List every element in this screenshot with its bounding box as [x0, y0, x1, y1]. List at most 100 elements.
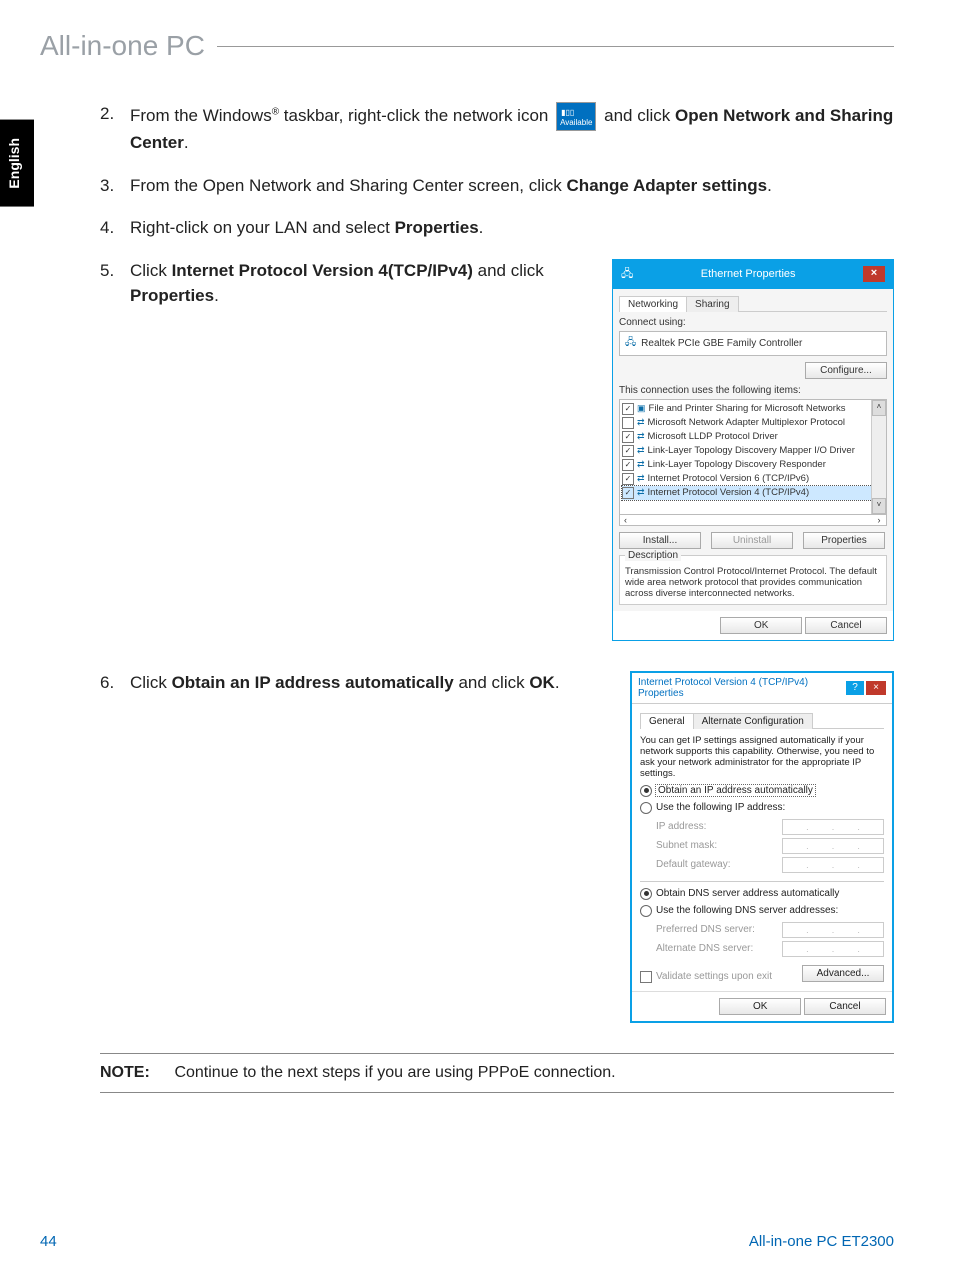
- radio-label: Obtain DNS server address automatically: [656, 888, 839, 899]
- install-button[interactable]: Install...: [619, 532, 701, 549]
- cancel-button[interactable]: Cancel: [805, 617, 887, 634]
- scroll-up-icon[interactable]: ˄: [872, 400, 886, 416]
- component-icon: ⇄: [637, 487, 645, 498]
- close-icon[interactable]: ×: [863, 266, 885, 282]
- dialog-body: General Alternate Configuration You can …: [632, 704, 892, 991]
- radio-icon[interactable]: [640, 802, 652, 814]
- ok-button[interactable]: OK: [719, 998, 801, 1015]
- component-icon: ⇄: [637, 417, 645, 428]
- radio-use-ip[interactable]: Use the following IP address:: [640, 802, 884, 814]
- radio-icon[interactable]: [640, 888, 652, 900]
- bold-term: Properties: [395, 218, 479, 237]
- ipv4-properties-dialog: Internet Protocol Version 4 (TCP/IPv4) P…: [630, 671, 894, 1023]
- properties-button[interactable]: Properties: [803, 532, 885, 549]
- radio-icon[interactable]: [640, 785, 652, 797]
- text-fragment: taskbar, right-click the network icon: [279, 106, 553, 125]
- dialog-titlebar: Internet Protocol Version 4 (TCP/IPv4) P…: [632, 673, 892, 704]
- checkbox-icon[interactable]: ✓: [622, 487, 634, 499]
- ethernet-properties-dialog: 🖧 Ethernet Properties × Networking Shari…: [612, 259, 894, 641]
- button-row: Install... Uninstall Properties: [619, 532, 887, 549]
- text-fragment: From the Open Network and Sharing Center…: [130, 176, 567, 195]
- bold-term: OK: [529, 673, 555, 692]
- step-4: 4. Right-click on your LAN and select Pr…: [100, 216, 894, 241]
- scrollbar[interactable]: ˄ ˅: [871, 400, 886, 514]
- checkbox-icon[interactable]: [622, 417, 634, 429]
- component-icon: ▣: [637, 403, 646, 414]
- checkbox-icon[interactable]: ✓: [622, 445, 634, 457]
- ip-address-field: ...: [782, 819, 884, 835]
- connect-using-label: Connect using:: [619, 317, 887, 328]
- cancel-button[interactable]: Cancel: [804, 998, 886, 1015]
- tab-strip: Networking Sharing: [619, 295, 887, 312]
- description-label: Description: [625, 550, 681, 561]
- component-icon: ⇄: [637, 473, 645, 484]
- dialog-title: Internet Protocol Version 4 (TCP/IPv4) P…: [638, 677, 846, 699]
- list-item[interactable]: ✓⇄Link-Layer Topology Discovery Responde…: [622, 458, 884, 472]
- list-item[interactable]: ⇄Microsoft Network Adapter Multiplexor P…: [622, 416, 884, 430]
- protocol-list[interactable]: ✓▣File and Printer Sharing for Microsoft…: [619, 399, 887, 515]
- step-number: 2.: [100, 102, 130, 156]
- validate-checkbox-row[interactable]: Validate settings upon exit: [640, 971, 772, 983]
- radio-obtain-ip-auto[interactable]: Obtain an IP address automatically: [640, 785, 884, 797]
- bold-term: Properties: [130, 286, 214, 305]
- step-5-row: 5. Click Internet Protocol Version 4(TCP…: [100, 259, 894, 641]
- checkbox-icon[interactable]: ✓: [622, 431, 634, 443]
- list-item[interactable]: ✓⇄Link-Layer Topology Discovery Mapper I…: [622, 444, 884, 458]
- text-fragment: .: [214, 286, 219, 305]
- dialog-body: Networking Sharing Connect using: 🖧 Real…: [613, 289, 893, 611]
- text-fragment: and click: [454, 673, 530, 692]
- advanced-button[interactable]: Advanced...: [802, 965, 884, 982]
- component-icon: ⇄: [637, 431, 645, 442]
- checkbox-icon[interactable]: [640, 971, 652, 983]
- description-box: Description Transmission Control Protoco…: [619, 555, 887, 605]
- text-fragment: .: [555, 673, 560, 692]
- radio-label: Use the following IP address:: [656, 802, 785, 813]
- list-item[interactable]: ✓▣File and Printer Sharing for Microsoft…: [622, 402, 884, 416]
- radio-obtain-dns-auto[interactable]: Obtain DNS server address automatically: [640, 888, 884, 900]
- scroll-left-icon[interactable]: ‹: [620, 515, 872, 525]
- ip-fields: IP address:... Subnet mask:... Default g…: [656, 819, 884, 873]
- scroll-down-icon[interactable]: ˅: [872, 498, 886, 514]
- ok-button[interactable]: OK: [720, 617, 802, 634]
- text-fragment: and click: [473, 261, 544, 280]
- list-item-label: Internet Protocol Version 6 (TCP/IPv6): [648, 473, 810, 484]
- model-name: All-in-one PC ET2300: [749, 1233, 894, 1250]
- tab-alternate[interactable]: Alternate Configuration: [693, 713, 813, 729]
- tab-general[interactable]: General: [640, 713, 694, 729]
- network-tray-icon: ▮▯▯Available: [556, 102, 596, 131]
- divider: [640, 881, 884, 882]
- scroll-right-icon[interactable]: ›: [872, 515, 886, 525]
- radio-label: Use the following DNS server addresses:: [656, 905, 838, 916]
- text-fragment: Right-click on your LAN and select: [130, 218, 395, 237]
- list-item[interactable]: ✓⇄Microsoft LLDP Protocol Driver: [622, 430, 884, 444]
- page-footer: 44 All-in-one PC ET2300: [40, 1233, 894, 1250]
- component-icon: ⇄: [637, 459, 645, 470]
- tab-networking[interactable]: Networking: [619, 296, 687, 312]
- note-box: NOTE: Continue to the next steps if you …: [100, 1053, 894, 1093]
- checkbox-icon[interactable]: ✓: [622, 473, 634, 485]
- list-item[interactable]: ✓⇄Internet Protocol Version 6 (TCP/IPv6): [622, 472, 884, 486]
- close-icon[interactable]: ×: [866, 681, 886, 695]
- step-text: From the Windows® taskbar, right-click t…: [130, 102, 894, 156]
- subnet-mask-field: ...: [782, 838, 884, 854]
- preferred-dns-label: Preferred DNS server:: [656, 924, 755, 935]
- alternate-dns-field: ...: [782, 941, 884, 957]
- checkbox-icon[interactable]: ✓: [622, 459, 634, 471]
- registered-mark: ®: [272, 106, 279, 117]
- text-fragment: Click: [130, 261, 172, 280]
- dns-fields: Preferred DNS server:... Alternate DNS s…: [656, 922, 884, 957]
- component-icon: ⇄: [637, 445, 645, 456]
- tab-sharing[interactable]: Sharing: [686, 296, 738, 312]
- bold-term: Internet Protocol Version 4(TCP/IPv4): [172, 261, 473, 280]
- note-text: Continue to the next steps if you are us…: [174, 1064, 615, 1081]
- header-rule: [217, 46, 894, 47]
- list-item-selected[interactable]: ✓⇄Internet Protocol Version 4 (TCP/IPv4): [622, 486, 884, 500]
- checkbox-icon[interactable]: ✓: [622, 403, 634, 415]
- radio-use-dns[interactable]: Use the following DNS server addresses:: [640, 905, 884, 917]
- step-6-row: 6. Click Obtain an IP address automatica…: [100, 671, 894, 1023]
- configure-button[interactable]: Configure...: [805, 362, 887, 379]
- intro-text: You can get IP settings assigned automat…: [640, 735, 884, 779]
- step-number: 6.: [100, 671, 130, 696]
- help-icon[interactable]: ?: [846, 681, 864, 695]
- radio-icon[interactable]: [640, 905, 652, 917]
